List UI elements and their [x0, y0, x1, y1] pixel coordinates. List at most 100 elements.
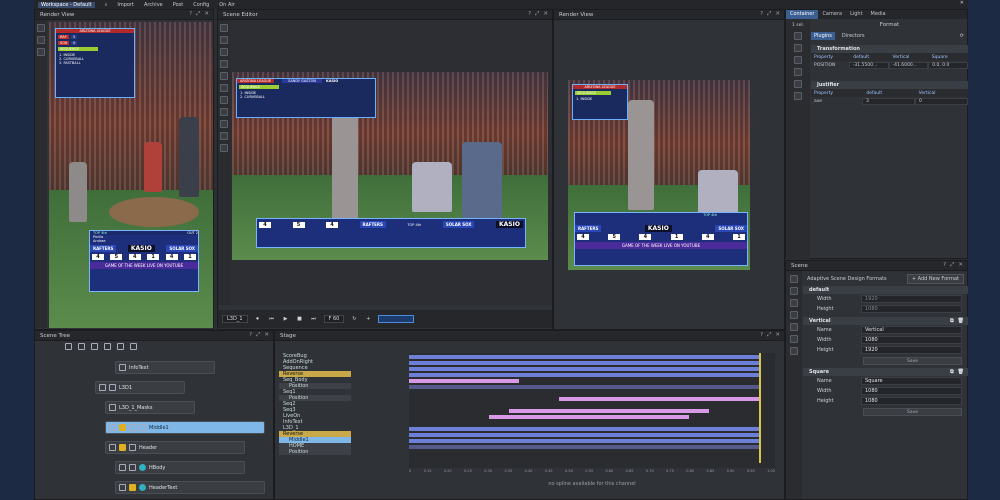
post-menu[interactable]: Post	[173, 2, 183, 8]
add-new-format-button[interactable]: + Add New Format	[906, 274, 964, 284]
format-icon[interactable]	[790, 275, 798, 283]
grid-tool-icon[interactable]	[220, 96, 228, 104]
save-button[interactable]: Save	[863, 357, 962, 365]
onair-menu[interactable]: On Air	[219, 2, 235, 8]
image-node-icon[interactable]	[117, 342, 124, 350]
container-icon[interactable]	[91, 342, 98, 350]
keyframe-selector[interactable]	[378, 315, 415, 323]
width-field[interactable]: 1080	[861, 336, 962, 344]
vertical-format-header[interactable]: Vertical	[809, 318, 831, 324]
node-name-field[interactable]: L3D_1	[222, 315, 248, 323]
material-icon[interactable]	[794, 80, 802, 88]
close-icon[interactable]: ✕	[264, 332, 269, 339]
close-icon[interactable]: ✕	[543, 11, 548, 18]
refresh-icon[interactable]: ⟳	[960, 33, 964, 39]
maximize-icon[interactable]: ⤢	[767, 11, 771, 18]
timeline-track[interactable]	[409, 367, 759, 371]
maximize-icon[interactable]: ⤢	[196, 11, 200, 18]
width-field[interactable]: 1080	[861, 387, 962, 395]
tree-node[interactable]: Header	[105, 441, 245, 454]
maximize-icon[interactable]: ⤢	[950, 262, 954, 269]
property-value[interactable]: 0	[915, 97, 968, 105]
add-key-icon[interactable]: +	[364, 315, 372, 323]
timeline-keyframe-span[interactable]	[409, 379, 519, 383]
timeline-track[interactable]	[409, 373, 759, 377]
trash-icon[interactable]: 🗑	[958, 318, 964, 324]
tool-icon[interactable]	[37, 48, 45, 56]
skip-end-icon[interactable]: ⏭	[310, 315, 318, 323]
texture-icon[interactable]	[794, 92, 802, 100]
default-format-header[interactable]: default	[803, 286, 968, 294]
tab-directors[interactable]: Directors	[839, 32, 868, 40]
group-icon[interactable]	[78, 342, 85, 350]
timeline-track[interactable]	[409, 361, 759, 365]
justifier-header[interactable]: Justifier	[811, 81, 968, 89]
property-value[interactable]: -31.5500...	[848, 61, 889, 69]
height-field[interactable]: 1080	[861, 397, 962, 405]
frame-field[interactable]: F 60	[323, 315, 345, 323]
property-value[interactable]: -41.6000...	[888, 61, 929, 69]
text-node-icon[interactable]	[104, 342, 111, 350]
move-tool-icon[interactable]	[220, 36, 228, 44]
record-icon[interactable]: ⏺	[254, 315, 262, 323]
layer-tool-icon[interactable]	[220, 108, 228, 116]
timeline-track[interactable]	[409, 355, 759, 359]
height-field[interactable]: 1920	[861, 346, 962, 354]
search-icon[interactable]: ⌕	[105, 2, 108, 8]
tab-media[interactable]: Media	[867, 10, 890, 19]
transform-icon[interactable]	[794, 44, 802, 52]
scale-tool-icon[interactable]	[220, 60, 228, 68]
select-tool-icon[interactable]	[220, 24, 228, 32]
property-value[interactable]: 0.0, 0.0	[928, 61, 968, 69]
text-icon[interactable]	[794, 68, 802, 76]
add-node-icon[interactable]	[65, 342, 72, 350]
rotate-tool-icon[interactable]	[220, 48, 228, 56]
target-icon[interactable]	[790, 311, 798, 319]
close-icon[interactable]: ✕	[775, 332, 780, 339]
tree-node[interactable]: L3D_1_Masks	[105, 401, 195, 414]
tree-node[interactable]: HeaderText	[115, 481, 265, 494]
tree-node[interactable]: L3D1	[95, 381, 185, 394]
height-field[interactable]: 1080	[861, 305, 962, 313]
config-menu[interactable]: Config	[193, 2, 209, 8]
tab-light[interactable]: Light	[846, 10, 866, 19]
archive-menu[interactable]: Archive	[144, 2, 163, 8]
transformation-header[interactable]: Transformation	[811, 45, 968, 53]
tree-node[interactable]: HBody	[115, 461, 245, 474]
timeline-track[interactable]	[409, 439, 759, 443]
lock-icon[interactable]	[790, 335, 798, 343]
tree-node-selected[interactable]: Middle1	[105, 421, 265, 434]
timeline-keyframe-span[interactable]	[559, 397, 759, 401]
help-icon[interactable]: ?	[943, 262, 946, 269]
skip-start-icon[interactable]: ⏮	[268, 315, 276, 323]
scene-editor-viewport[interactable]: ARIZONA LEAGUE SANDY GASTON KASIO SEQUEN…	[232, 72, 548, 260]
text-tool-icon[interactable]	[220, 132, 228, 140]
help-icon[interactable]: ?	[760, 332, 763, 339]
tool-icon[interactable]	[37, 36, 45, 44]
help-icon[interactable]: ?	[189, 11, 192, 18]
maximize-icon[interactable]: ⤢	[535, 11, 539, 18]
close-icon[interactable]: ✕	[204, 11, 209, 18]
timeline-keyframe-span[interactable]	[509, 409, 709, 413]
width-field[interactable]: 1920	[861, 295, 962, 303]
copy-icon[interactable]: ⧉	[950, 369, 954, 375]
render-viewport-right[interactable]: ARIZONA LEAGUE SEQUENCE 1. INSIDE TOP 4t…	[568, 80, 750, 270]
copy-icon[interactable]: ⧉	[950, 318, 954, 324]
help-icon[interactable]: ?	[249, 332, 252, 339]
paint-icon[interactable]	[790, 287, 798, 295]
refresh-icon[interactable]	[130, 342, 137, 350]
name-field[interactable]: Vertical	[861, 326, 962, 334]
link-icon[interactable]	[790, 299, 798, 307]
stop-icon[interactable]: ■	[296, 315, 304, 323]
play-icon[interactable]: ▶	[282, 315, 290, 323]
timeline-track[interactable]	[409, 445, 759, 449]
import-menu[interactable]: Import	[117, 2, 134, 8]
property-value[interactable]: 3	[862, 97, 915, 105]
tool-icon[interactable]	[37, 24, 45, 32]
name-field[interactable]: Square	[861, 377, 962, 385]
layers-icon[interactable]	[790, 323, 798, 331]
timeline-track[interactable]	[409, 427, 759, 431]
square-format-header[interactable]: Square	[809, 369, 829, 375]
timeline-area[interactable]	[409, 353, 775, 468]
playhead-marker[interactable]	[759, 353, 761, 463]
